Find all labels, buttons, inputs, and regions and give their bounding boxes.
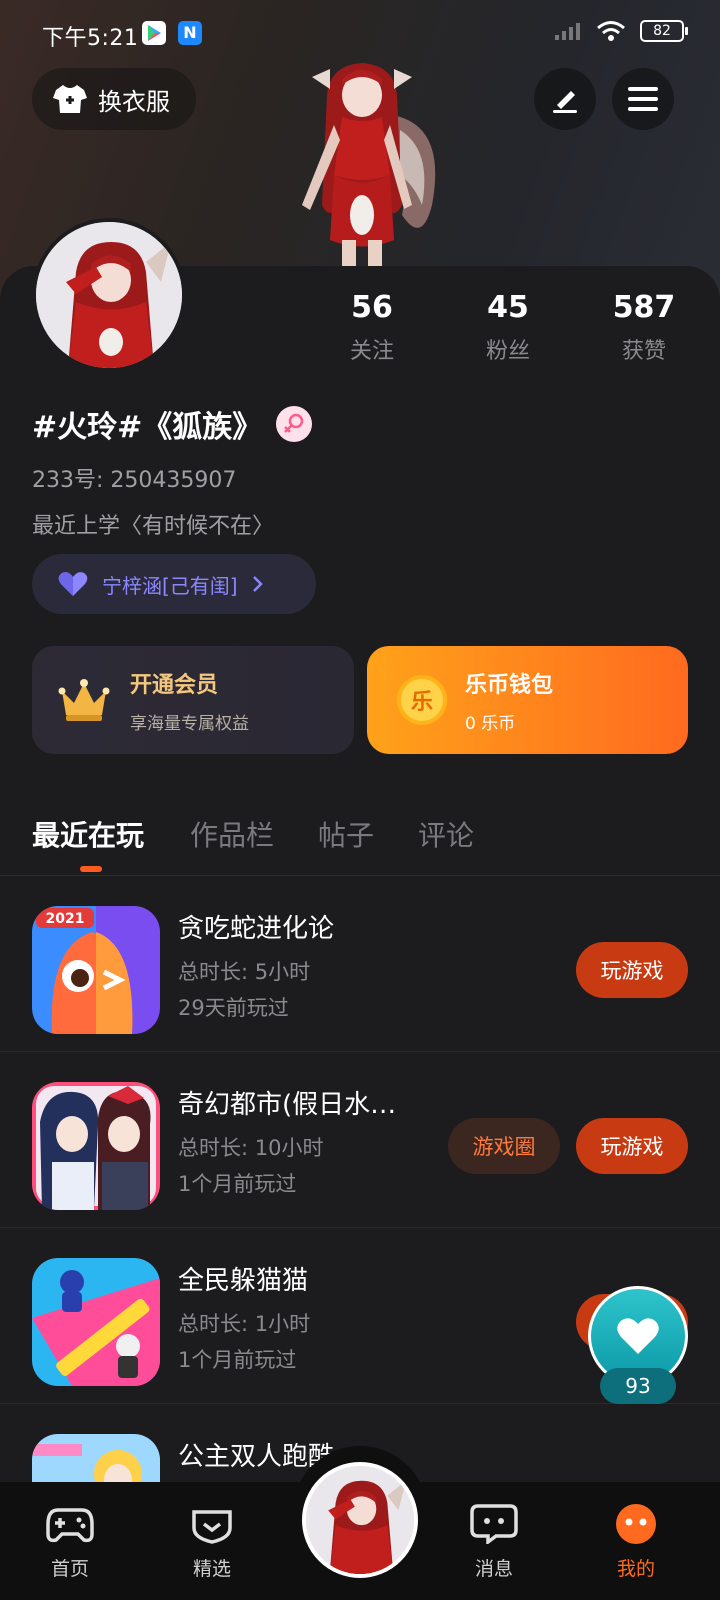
nav-home[interactable]: 首页 xyxy=(20,1504,120,1581)
play-store-icon xyxy=(142,21,166,45)
nav-messages[interactable]: 消息 xyxy=(444,1504,544,1581)
wallet-title: 乐币钱包 xyxy=(465,672,554,698)
avatar-3d-character[interactable] xyxy=(272,55,452,270)
game-list-item[interactable]: 2021 贪吃蛇进化论 总时长: 5小时 29天前玩过 玩游戏 xyxy=(0,876,720,1052)
stat-following[interactable]: 56 关注 xyxy=(312,290,432,365)
vip-subtitle: 享海量专属权益 xyxy=(130,713,249,734)
profile-avatar[interactable] xyxy=(32,218,186,372)
tab-comments[interactable]: 评论 xyxy=(418,814,474,854)
stat-followers[interactable]: 45 粉丝 xyxy=(448,290,568,365)
content-tabs: 最近在玩 作品栏 帖子 评论 xyxy=(0,806,720,876)
wallet-balance: 0 乐币 xyxy=(465,713,516,734)
vip-title: 开通会员 xyxy=(130,672,219,698)
snake-game-icon: 2021 xyxy=(32,906,160,1034)
nav-me-label: 我的 xyxy=(616,1558,655,1580)
hamburger-menu-icon xyxy=(628,87,658,111)
wifi-icon xyxy=(597,21,625,41)
hide-and-seek-game-icon xyxy=(32,1258,160,1386)
pen-icon xyxy=(553,91,577,113)
nav-center-avatar-button[interactable] xyxy=(302,1462,418,1578)
coin-glyph: 乐 xyxy=(410,690,433,715)
coin-icon: 乐 xyxy=(397,675,447,725)
user-bio: 最近上学〈有时候不在〉 xyxy=(32,514,275,539)
shirt-icon xyxy=(53,85,87,113)
following-label: 关注 xyxy=(349,339,394,364)
game-circle-button[interactable]: 游戏圈 xyxy=(448,1118,560,1174)
likes-count: 587 xyxy=(612,290,676,325)
profile-nickname: #火玲#《狐族》 xyxy=(32,402,313,446)
edit-profile-button[interactable] xyxy=(534,68,596,130)
nickname-text: #火玲#《狐族》 xyxy=(32,410,263,445)
outfit-label: 换衣服 xyxy=(98,87,170,116)
play-game-button[interactable]: 玩游戏 xyxy=(576,942,688,998)
play-game-button[interactable]: 玩游戏 xyxy=(576,1118,688,1174)
heart-icon xyxy=(58,572,88,596)
stat-likes[interactable]: 587 获赞 xyxy=(584,290,704,365)
game-name: 奇幻都市(假日水… xyxy=(178,1090,397,1120)
relationship-text: 宁梓涵[己有闺] xyxy=(102,573,238,598)
game-list-item[interactable]: 奇幻都市(假日水… 总时长: 10小时 1个月前玩过 游戏圈 玩游戏 xyxy=(0,1052,720,1228)
profile-face-icon xyxy=(616,1504,656,1544)
game-duration: 总时长: 1小时 xyxy=(178,1312,311,1336)
user-id: 233号: 250435907 xyxy=(32,468,237,493)
tab-works[interactable]: 作品栏 xyxy=(190,814,274,854)
tab-recently-played[interactable]: 最近在玩 xyxy=(32,814,144,854)
chat-bubble-icon xyxy=(470,1504,518,1546)
tab-posts[interactable]: 帖子 xyxy=(318,814,374,854)
change-outfit-button[interactable]: 换衣服 xyxy=(32,68,196,130)
game-last-played: 1个月前玩过 xyxy=(178,1348,297,1372)
nav-messages-label: 消息 xyxy=(474,1558,513,1580)
fantasy-city-game-icon xyxy=(32,1082,160,1210)
game-last-played: 29天前玩过 xyxy=(178,996,289,1020)
following-count: 56 xyxy=(351,290,393,325)
game-duration: 总时长: 5小时 xyxy=(178,960,311,984)
vip-membership-card[interactable]: 开通会员 享海量专属权益 xyxy=(32,646,354,754)
cell-signal-icon xyxy=(555,23,580,40)
game-duration: 总时长: 10小时 xyxy=(178,1136,324,1160)
relationship-pill[interactable]: 宁梓涵[己有闺] xyxy=(32,554,316,614)
heart-box-icon xyxy=(192,1510,232,1544)
year-badge: 2021 xyxy=(46,911,85,927)
nav-home-label: 首页 xyxy=(50,1558,89,1580)
crown-icon xyxy=(58,679,110,721)
nav-featured-label: 精选 xyxy=(192,1558,231,1580)
tab-active-indicator xyxy=(80,866,102,872)
female-gender-icon xyxy=(276,406,313,442)
battery-indicator: 82 xyxy=(640,20,688,42)
followers-label: 粉丝 xyxy=(485,339,530,364)
notification-app-icon: N xyxy=(178,21,202,45)
followers-count: 45 xyxy=(487,290,529,325)
game-last-played: 1个月前玩过 xyxy=(178,1172,297,1196)
chevron-right-icon xyxy=(252,576,263,592)
nav-featured[interactable]: 精选 xyxy=(162,1504,262,1581)
likes-label: 获赞 xyxy=(621,339,666,364)
nav-me[interactable]: 我的 xyxy=(586,1504,686,1581)
menu-button[interactable] xyxy=(612,68,674,130)
coin-wallet-card[interactable]: 乐 乐币钱包 0 乐币 xyxy=(367,646,688,754)
heart-icon xyxy=(617,1318,659,1354)
status-time: 下午5:21 xyxy=(42,26,139,51)
game-name: 贪吃蛇进化论 xyxy=(178,914,335,944)
game-name: 全民躲猫猫 xyxy=(178,1266,309,1296)
floating-like-count: 93 xyxy=(600,1368,676,1404)
gamepad-icon xyxy=(46,1508,94,1543)
